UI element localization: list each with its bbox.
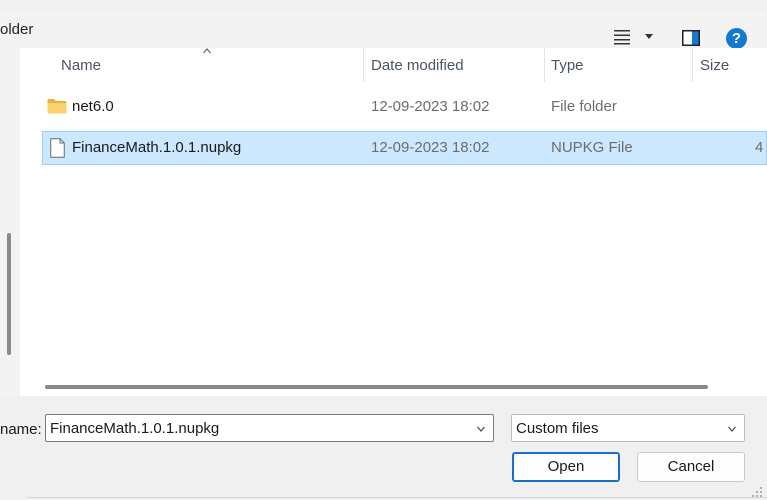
column-divider[interactable] — [692, 48, 693, 82]
dialog-footer: name: FinanceMath.1.0.1.nupkg Custom fil… — [0, 396, 767, 500]
address-bar-fragment[interactable]: older — [0, 21, 33, 38]
filename-combobox[interactable]: FinanceMath.1.0.1.nupkg — [45, 414, 494, 442]
file-name: net6.0 — [72, 98, 114, 115]
cancel-button[interactable]: Cancel — [637, 452, 745, 482]
file-date: 12-09-2023 18:02 — [371, 98, 490, 115]
column-header-row: Name Date modified Type Size — [20, 48, 767, 82]
folder-icon — [47, 99, 67, 114]
list-view-icon[interactable] — [614, 29, 630, 45]
filetype-value: Custom files — [516, 420, 599, 437]
view-dropdown-icon[interactable] — [645, 34, 653, 39]
sort-ascending-icon — [203, 48, 211, 54]
chevron-down-icon — [728, 426, 736, 432]
chevron-down-icon[interactable] — [477, 425, 485, 433]
column-divider[interactable] — [544, 48, 545, 82]
open-button[interactable]: Open — [512, 452, 620, 482]
file-type: File folder — [551, 98, 617, 115]
column-header-size[interactable]: Size — [700, 57, 729, 74]
file-date: 12-09-2023 18:02 — [371, 139, 490, 156]
toolbar: older ? — [0, 10, 767, 49]
column-divider[interactable] — [363, 48, 364, 82]
horizontal-scrollbar[interactable] — [45, 385, 708, 389]
column-header-date[interactable]: Date modified — [371, 57, 464, 74]
filename-label: name: — [0, 421, 42, 438]
column-header-name[interactable]: Name — [61, 57, 101, 74]
file-size: 4 — [755, 139, 764, 156]
column-header-type[interactable]: Type — [551, 57, 584, 74]
file-name: FinanceMath.1.0.1.nupkg — [72, 139, 242, 156]
file-list: Name Date modified Type Size net6.0 12-0… — [20, 48, 767, 396]
filetype-select[interactable]: Custom files — [511, 414, 745, 442]
filename-input[interactable]: FinanceMath.1.0.1.nupkg — [50, 420, 219, 437]
list-item-selected[interactable]: FinanceMath.1.0.1.nupkg 12-09-2023 18:02… — [42, 131, 767, 165]
help-icon[interactable]: ? — [726, 28, 747, 49]
list-item[interactable]: net6.0 12-09-2023 18:02 File folder — [42, 90, 767, 124]
navigation-scrollbar[interactable] — [7, 233, 11, 355]
file-type: NUPKG File — [551, 139, 633, 156]
divider — [27, 497, 767, 498]
document-icon — [50, 138, 65, 158]
preview-pane-icon[interactable] — [682, 30, 700, 46]
